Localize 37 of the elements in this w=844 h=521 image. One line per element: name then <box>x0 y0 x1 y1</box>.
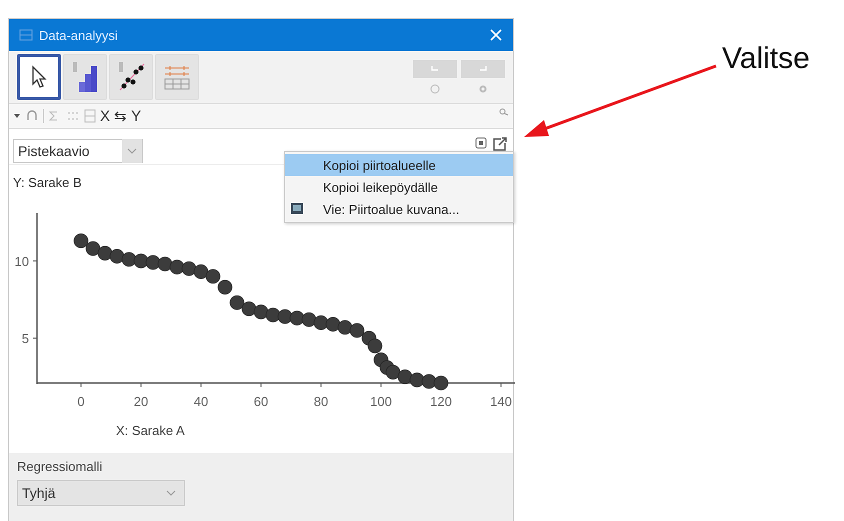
tick-label: 20 <box>134 394 148 409</box>
tick-label: 0 <box>77 394 85 409</box>
menu-item[interactable]: Kopioi piirtoalueelle <box>285 154 513 176</box>
menu-item[interactable]: Vie: Piirtoalue kuvana... <box>285 198 513 220</box>
tick-label: 100 <box>370 394 392 409</box>
x-axis-label: X: Sarake A <box>116 423 185 438</box>
regression-model-dropdown[interactable]: Tyhjä <box>17 480 185 506</box>
settings-icon[interactable] <box>478 84 488 94</box>
tick-label: 60 <box>254 394 268 409</box>
scatter-tool-button[interactable] <box>109 54 153 100</box>
tick-label: 10 <box>14 254 29 269</box>
tick-label: 140 <box>490 394 512 409</box>
grid-icon <box>19 29 33 41</box>
swap-axes-button[interactable]: X ⇆ Y <box>100 107 142 125</box>
square-icon[interactable] <box>475 137 487 149</box>
export-icon[interactable] <box>493 137 507 151</box>
tick-label: 80 <box>314 394 328 409</box>
triangle-icon[interactable] <box>13 112 21 120</box>
help-icon[interactable] <box>430 84 440 94</box>
menu-item[interactable]: Kopioi leikepöydälle <box>285 176 513 198</box>
tick-label: 120 <box>430 394 452 409</box>
bar-chart-icon <box>70 60 100 94</box>
pointer-tool-button[interactable] <box>17 54 61 100</box>
table-icon[interactable] <box>84 109 96 123</box>
plot-type-dropdown[interactable]: Pistekaavio <box>13 139 143 163</box>
window-title: Data-analyysi <box>39 28 118 42</box>
dots-grid-icon[interactable] <box>66 110 80 122</box>
tick-label: 40 <box>194 394 208 409</box>
histogram-tool-button[interactable] <box>63 54 107 100</box>
y-axis-label: Y: Sarake B <box>13 175 82 190</box>
annotation-text: Valitse <box>722 42 810 76</box>
regression-label: Regressiomalli <box>17 459 104 474</box>
close-icon[interactable] <box>489 28 503 42</box>
search-icon[interactable] <box>499 108 509 116</box>
image-icon <box>291 203 303 214</box>
tick-label: 5 <box>22 331 29 346</box>
chevron-down-icon <box>164 488 178 498</box>
